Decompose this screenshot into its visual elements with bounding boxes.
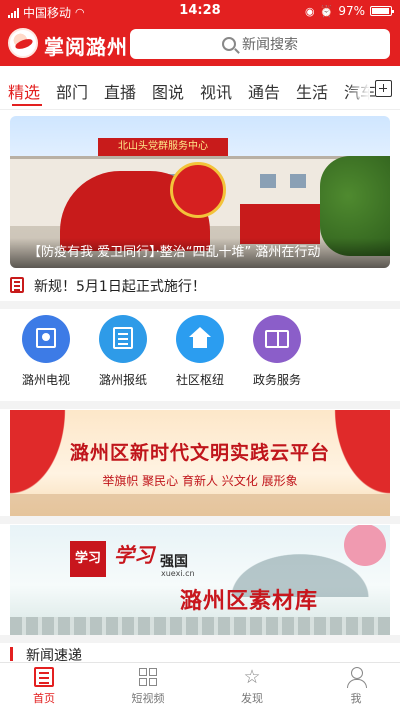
tab-departments[interactable]: 部门 bbox=[56, 79, 88, 103]
divider bbox=[0, 301, 400, 309]
divider bbox=[0, 635, 400, 643]
user-icon bbox=[346, 667, 367, 688]
quick-link-label: 社区枢纽 bbox=[175, 373, 224, 387]
quick-link-newspaper[interactable]: 潞州报纸 bbox=[88, 315, 158, 388]
grid-icon bbox=[138, 667, 158, 687]
xuexi-brand-qiangguo: 强国 bbox=[160, 554, 188, 570]
news-ticker[interactable]: 新规！5月1日起正式施行！ bbox=[0, 270, 400, 300]
tabs-fade bbox=[348, 66, 370, 108]
app-logo bbox=[8, 28, 38, 58]
battery-icon bbox=[370, 6, 394, 16]
category-tabs: 精选 部门 直播 图说 视讯 通告 生活 汽车 bbox=[0, 66, 400, 110]
status-right: ◉ ⏰ 97% bbox=[305, 4, 394, 18]
headline-icon bbox=[10, 277, 24, 293]
add-tab-icon[interactable] bbox=[375, 80, 392, 97]
xuexi-logo: 学习 bbox=[70, 541, 106, 577]
material-library-banner[interactable]: 学习 学习 强国 xuexi.cn 潞州区素材库 bbox=[10, 525, 390, 635]
app-title: 掌阅潞州 bbox=[44, 35, 128, 59]
tv-icon bbox=[22, 315, 70, 363]
banner-great-wall bbox=[10, 494, 390, 516]
ticker-text: 新规！5月1日起正式施行！ bbox=[34, 279, 206, 295]
nav-short-video[interactable]: 短视频 bbox=[108, 667, 188, 706]
xuexi-url: xuexi.cn bbox=[161, 569, 195, 578]
xuexi-brand: 学习 bbox=[114, 543, 154, 567]
quick-link-gov-services[interactable]: 政务服务 bbox=[242, 315, 312, 388]
nav-label: 我 bbox=[350, 692, 362, 705]
alarm-icon: ⏰ bbox=[319, 4, 334, 18]
banner1-subtitle: 举旗帜 聚民心 育新人 兴文化 展形象 bbox=[102, 474, 298, 488]
nav-label: 发现 bbox=[241, 692, 263, 705]
nav-label: 短视频 bbox=[131, 692, 165, 705]
civilization-platform-banner[interactable]: 潞州区新时代文明实践云平台 举旗帜 聚民心 育新人 兴文化 展形象 bbox=[10, 410, 390, 516]
divider bbox=[0, 401, 400, 409]
tab-live[interactable]: 直播 bbox=[104, 79, 136, 103]
news-express-header: 新闻速递 bbox=[0, 643, 400, 664]
hero-carousel[interactable]: 北山头党群服务中心 【防疫有我 爱卫同行】·整治“四乱十堆” 潞州在行动 bbox=[10, 116, 390, 268]
tab-pictures[interactable]: 图说 bbox=[152, 79, 184, 103]
banner2-title: 潞州区素材库 bbox=[180, 589, 319, 614]
home-doc-icon bbox=[34, 667, 54, 687]
quick-link-label: 潞州电视 bbox=[21, 373, 70, 387]
hero-window bbox=[260, 174, 276, 188]
tab-video-news[interactable]: 视讯 bbox=[200, 79, 232, 103]
hero-sign: 北山头党群服务中心 bbox=[98, 138, 228, 156]
quick-links: 潞州电视 潞州报纸 社区枢纽 政务服务 bbox=[0, 309, 400, 401]
divider bbox=[0, 516, 400, 524]
hero-caption: 【防疫有我 爱卫同行】·整治“四乱十堆” 潞州在行动 bbox=[10, 238, 390, 268]
home-icon bbox=[176, 315, 224, 363]
search-icon bbox=[222, 37, 236, 51]
quick-link-community[interactable]: 社区枢纽 bbox=[165, 315, 235, 388]
book-icon bbox=[253, 315, 301, 363]
nav-me[interactable]: 我 bbox=[316, 667, 396, 706]
newspaper-icon bbox=[99, 315, 147, 363]
search-box[interactable]: 新闻搜索 bbox=[130, 29, 390, 59]
quick-link-label: 潞州报纸 bbox=[98, 373, 147, 387]
rotation-lock-icon: ◉ bbox=[305, 4, 315, 18]
bottom-navigation: 首页 短视频 ☆ 发现 我 bbox=[0, 662, 400, 710]
banner-wall bbox=[10, 617, 390, 635]
nav-label: 首页 bbox=[33, 692, 55, 705]
section-accent-bar bbox=[10, 647, 13, 661]
hero-window bbox=[290, 174, 306, 188]
party-emblem bbox=[170, 162, 226, 218]
tab-notices[interactable]: 通告 bbox=[248, 79, 280, 103]
star-icon: ☆ bbox=[243, 666, 261, 688]
status-bar: 中国移动 ◠ 14:28 ◉ ⏰ 97% bbox=[0, 0, 400, 22]
app-header: 掌阅潞州 新闻搜索 bbox=[0, 26, 400, 62]
tab-featured[interactable]: 精选 bbox=[8, 79, 40, 103]
battery-percent: 97% bbox=[338, 4, 365, 18]
banner-blossom bbox=[330, 525, 390, 575]
search-placeholder: 新闻搜索 bbox=[242, 37, 298, 53]
top-bar: 中国移动 ◠ 14:28 ◉ ⏰ 97% 掌阅潞州 新闻搜索 bbox=[0, 0, 400, 66]
tab-life[interactable]: 生活 bbox=[296, 79, 328, 103]
active-tab-underline bbox=[12, 104, 42, 106]
banner1-title: 潞州区新时代文明实践云平台 bbox=[69, 442, 330, 464]
nav-home[interactable]: 首页 bbox=[4, 667, 84, 706]
quick-link-tv[interactable]: 潞州电视 bbox=[11, 315, 81, 388]
nav-discover[interactable]: ☆ 发现 bbox=[212, 667, 292, 706]
quick-link-label: 政务服务 bbox=[252, 373, 301, 387]
